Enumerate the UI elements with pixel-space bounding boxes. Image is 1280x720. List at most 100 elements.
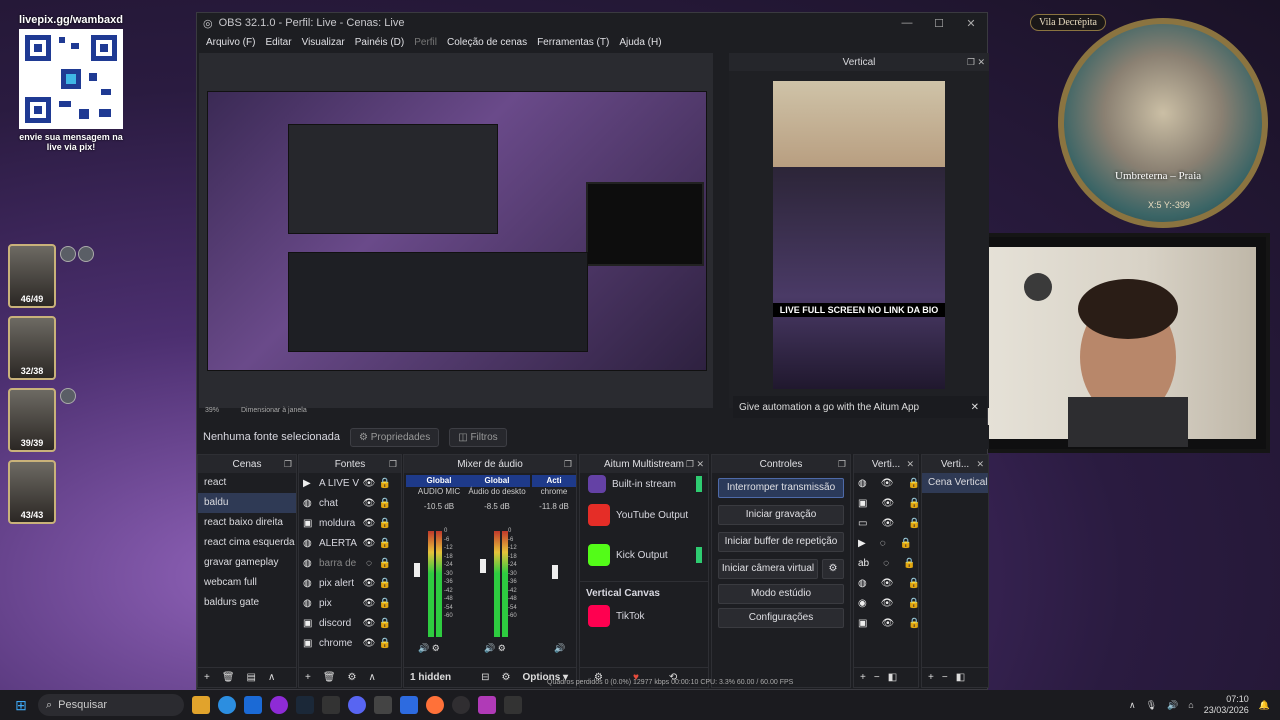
lock-icon[interactable]: 🔒 (903, 558, 915, 569)
menu-profile[interactable]: Perfil (409, 37, 442, 48)
scene-item[interactable]: webcam full (198, 573, 296, 593)
close-icon[interactable]: ✕ (976, 459, 984, 470)
vertical-source-item[interactable]: ▣ 👁 🔒 (854, 493, 921, 513)
properties-button[interactable]: ⚙ Propriedades (349, 427, 440, 447)
game-icon[interactable] (504, 696, 522, 714)
obs-icon[interactable] (452, 696, 470, 714)
eye-icon[interactable]: 👁 (361, 598, 377, 609)
close-icon[interactable]: ✕ (906, 459, 914, 470)
minimize-icon[interactable]: — (891, 17, 923, 30)
source-item[interactable]: ▶ A LIVE V 👁 🔒 (299, 473, 401, 493)
preview-canvas[interactable] (207, 91, 707, 371)
network-icon[interactable]: ⌂ (1188, 700, 1193, 710)
menu-scene-collection[interactable]: Coleção de cenas (442, 37, 532, 48)
chrome-icon[interactable] (218, 696, 236, 714)
lock-icon[interactable]: 🔒 (908, 618, 920, 629)
volume-slider[interactable] (552, 565, 558, 579)
lock-icon[interactable]: 🔒 (900, 538, 912, 549)
vertical-source-item[interactable]: ab ◌ 🔒 (854, 553, 918, 573)
eye-icon[interactable]: 👁 (881, 598, 894, 609)
eye-icon[interactable]: 👁 (361, 578, 377, 589)
channel-name[interactable]: AUDIO MIC (406, 487, 472, 496)
zoom-level[interactable]: 39% (205, 407, 219, 414)
lock-icon[interactable]: 🔒 (377, 558, 393, 569)
eye-off-icon[interactable]: ◌ (361, 558, 377, 569)
main-preview[interactable] (199, 53, 713, 408)
scene-item[interactable]: react cima esquerda (198, 533, 296, 553)
channel-name[interactable]: Áudio do deskto (464, 487, 530, 496)
menu-docks[interactable]: Painéis (D) (350, 37, 409, 48)
app-icon[interactable] (244, 696, 262, 714)
scene-item[interactable]: baldu (198, 493, 296, 513)
file-explorer-icon[interactable] (192, 696, 210, 714)
dock-controls-icon[interactable]: ❐ ✕ (967, 57, 985, 68)
notification-icon[interactable]: 🔔 (1259, 700, 1270, 711)
eye-icon[interactable]: 👁 (361, 618, 377, 629)
close-icon[interactable]: ✕ (955, 17, 987, 30)
party-portrait-1[interactable]: 46/49 (8, 244, 56, 308)
lock-icon[interactable]: 🔒 (377, 618, 393, 629)
source-item[interactable]: ◍ pix alert 👁 🔒 (299, 573, 401, 593)
vertical-source-item[interactable]: ◉ 👁 🔒 (854, 593, 920, 613)
eye-icon[interactable]: 👁 (361, 498, 377, 509)
minimap[interactable] (1058, 18, 1268, 228)
source-item[interactable]: ▣ moldura 👁 🔒 (299, 513, 401, 533)
output-kick[interactable]: Kick Output (580, 535, 708, 575)
dock-float-icon[interactable]: ❐ (564, 459, 572, 470)
lock-icon[interactable]: 🔒 (907, 478, 919, 489)
close-icon[interactable]: ✕ (971, 402, 979, 413)
source-item[interactable]: ▣ chrome 👁 🔒 (299, 633, 401, 653)
party-portrait-3[interactable]: 39/39 (8, 388, 56, 452)
maximize-icon[interactable]: ☐ (923, 17, 955, 30)
start-recording-button[interactable]: Iniciar gravação (718, 505, 844, 525)
output-youtube[interactable]: YouTube Output (580, 495, 708, 535)
vertical-source-item[interactable]: ▣ 👁 🔒 (854, 613, 921, 633)
lock-icon[interactable]: 🔒 (377, 638, 393, 649)
menu-file[interactable]: Arquivo (F) (201, 37, 260, 48)
app-icon[interactable] (270, 696, 288, 714)
volume-slider[interactable] (480, 559, 486, 573)
eye-icon[interactable]: 👁 (361, 478, 377, 489)
app-icon[interactable] (478, 696, 496, 714)
vertical-scene-item[interactable]: Cena Vertical (922, 473, 988, 493)
menu-view[interactable]: Visualizar (297, 37, 350, 48)
party-portrait-4[interactable]: 43/43 (8, 460, 56, 524)
filters-button[interactable]: ◫ Filtros (449, 427, 507, 447)
lock-icon[interactable]: 🔒 (908, 518, 920, 529)
gear-icon[interactable]: ⚙ (822, 559, 844, 579)
vertical-source-item[interactable]: ▭ 👁 🔒 (854, 513, 921, 533)
vertical-preview[interactable] (773, 81, 945, 389)
eye-icon[interactable]: 👁 (361, 638, 377, 649)
eye-icon[interactable]: 👁 (881, 478, 894, 489)
dock-controls-icon[interactable]: ❐ ✕ (686, 459, 704, 470)
scene-item[interactable]: baldurs gate (198, 593, 296, 613)
lock-icon[interactable]: 🔒 (908, 498, 920, 509)
microphone-icon[interactable]: 🎙 (1146, 700, 1157, 711)
menu-help[interactable]: Ajuda (H) (614, 37, 666, 48)
output-builtin[interactable]: Built-in stream (580, 473, 708, 495)
discord-icon[interactable] (348, 696, 366, 714)
dock-float-icon[interactable]: ❐ (284, 459, 292, 470)
lock-icon[interactable]: 🔒 (377, 598, 393, 609)
lock-icon[interactable]: 🔒 (907, 598, 919, 609)
app-icon[interactable] (374, 696, 392, 714)
eye-icon[interactable]: 👁 (881, 578, 894, 589)
scene-item[interactable]: gravar gameplay (198, 553, 296, 573)
eye-icon[interactable]: 👁 (881, 498, 894, 509)
speaker-icon[interactable]: 🔊 ⚙ (484, 643, 506, 654)
scene-item[interactable]: react baixo direita (198, 513, 296, 533)
virtual-camera-button[interactable]: Iniciar câmera virtual (718, 559, 818, 579)
eye-icon[interactable]: 👁 (881, 518, 894, 529)
vertical-source-item[interactable]: ▶ ◌ 🔒 (854, 533, 918, 553)
lock-icon[interactable]: 🔒 (377, 518, 393, 529)
vertical-source-item[interactable]: ◍ 👁 🔒 (854, 573, 920, 593)
clock[interactable]: 07:10 23/03/2026 (1204, 694, 1249, 716)
source-item[interactable]: ◍ barra de ◌ 🔒 (299, 553, 401, 573)
eye-icon[interactable]: 👁 (361, 518, 377, 529)
taskbar-search[interactable]: ⌕ Pesquisar (38, 694, 184, 716)
studio-mode-button[interactable]: Modo estúdio (718, 584, 844, 604)
lock-icon[interactable]: 🔒 (377, 578, 393, 589)
replay-buffer-button[interactable]: Iniciar buffer de repetição (718, 532, 844, 552)
vertical-source-item[interactable]: ◍ 👁 🔒 (854, 473, 920, 493)
app-icon[interactable] (400, 696, 418, 714)
